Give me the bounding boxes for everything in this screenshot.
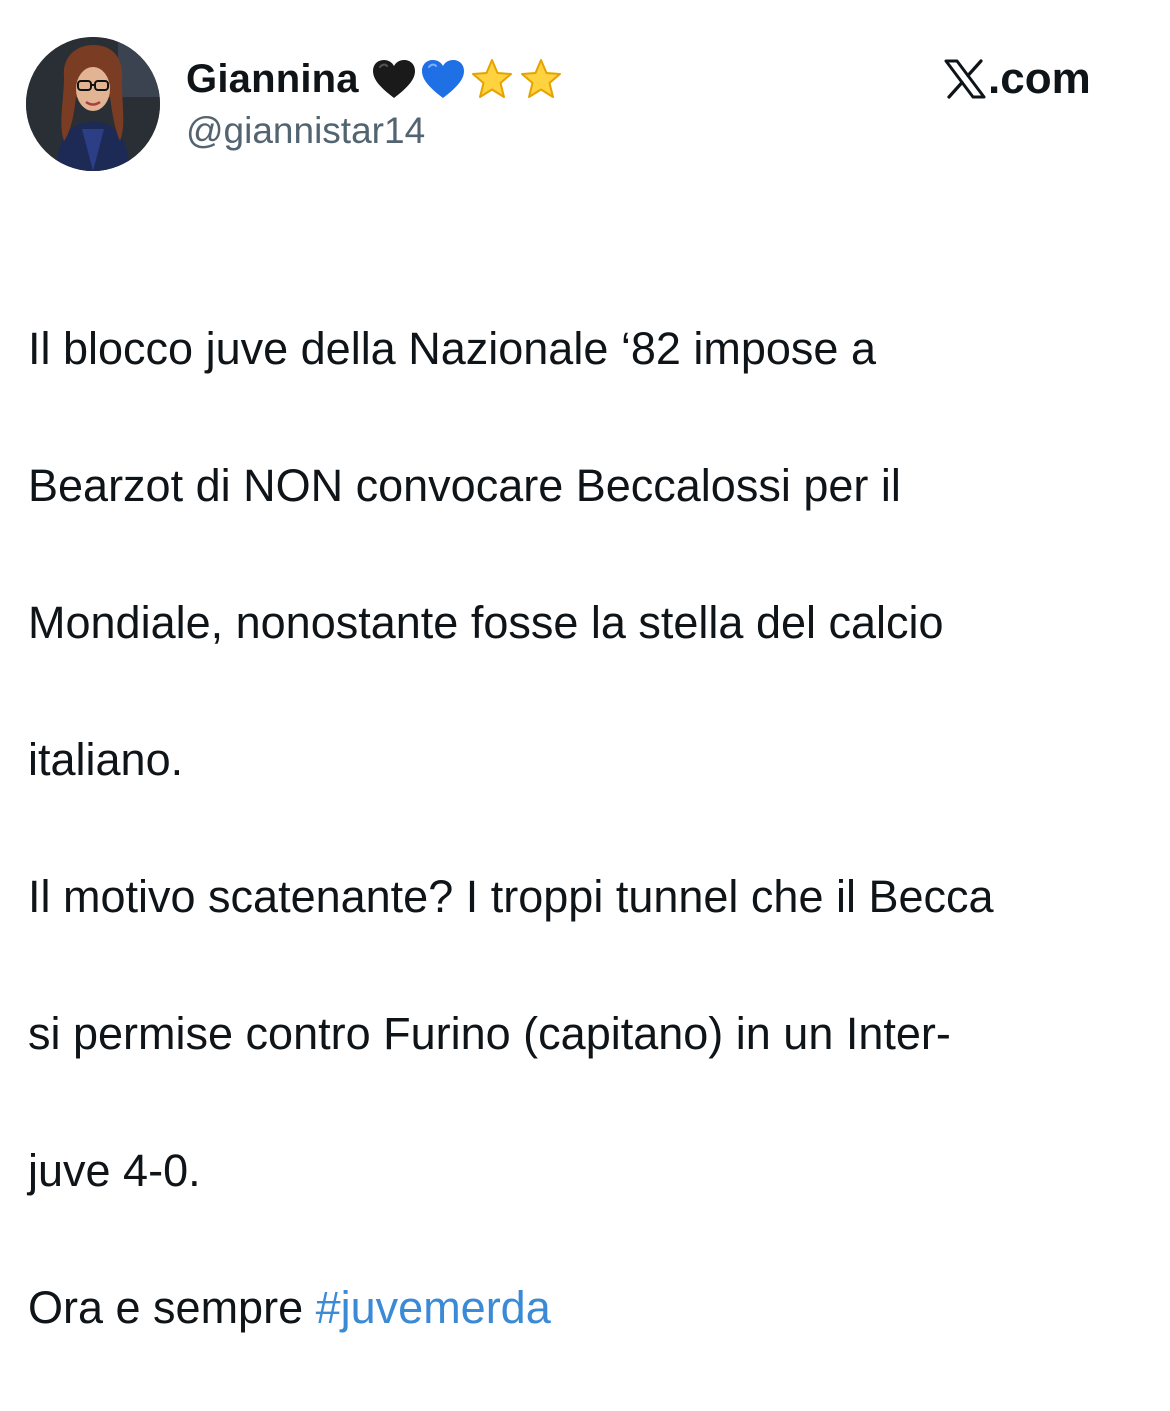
tweet-line: Il blocco juve della Nazionale ‘82 impos…	[28, 322, 876, 374]
hashtag-link[interactable]: #juvemerda	[316, 1282, 551, 1333]
black-heart-icon	[372, 60, 415, 98]
tweet-line-prefix: Ora e sempre	[28, 1281, 316, 1333]
display-name[interactable]: Giannina	[186, 57, 359, 102]
tweet-line: Il motivo scatenante? I troppi tunnel ch…	[28, 870, 994, 922]
star-icon	[471, 59, 512, 98]
tweet-line: juve 4-0.	[28, 1144, 201, 1196]
tweet-line: si permise contro Furino (capitano) in u…	[28, 1007, 951, 1059]
tweet-line: Bearzot di NON convocare Beccalossi per …	[28, 459, 901, 511]
name-emoji-badges	[371, 58, 564, 100]
blue-heart-icon	[421, 60, 464, 98]
brand-domain: .com	[988, 54, 1091, 103]
x-logo-icon	[944, 59, 986, 99]
author-handle[interactable]: @giannistar14	[186, 110, 425, 152]
x-com-brand[interactable]: .com	[944, 52, 1091, 106]
avatar-photo	[26, 37, 160, 171]
avatar[interactable]	[26, 37, 160, 171]
tweet-line: Mondiale, nonostante fosse la stella del…	[28, 596, 944, 648]
star-icon	[520, 59, 561, 98]
tweet-line: italiano.	[28, 733, 184, 785]
author-name-row: Giannina	[186, 52, 564, 106]
tweet-line-last: Ora e sempre #juvemerda	[28, 1274, 1148, 1343]
tweet-text: Il blocco juve della Nazionale ‘82 impos…	[28, 246, 1148, 1411]
